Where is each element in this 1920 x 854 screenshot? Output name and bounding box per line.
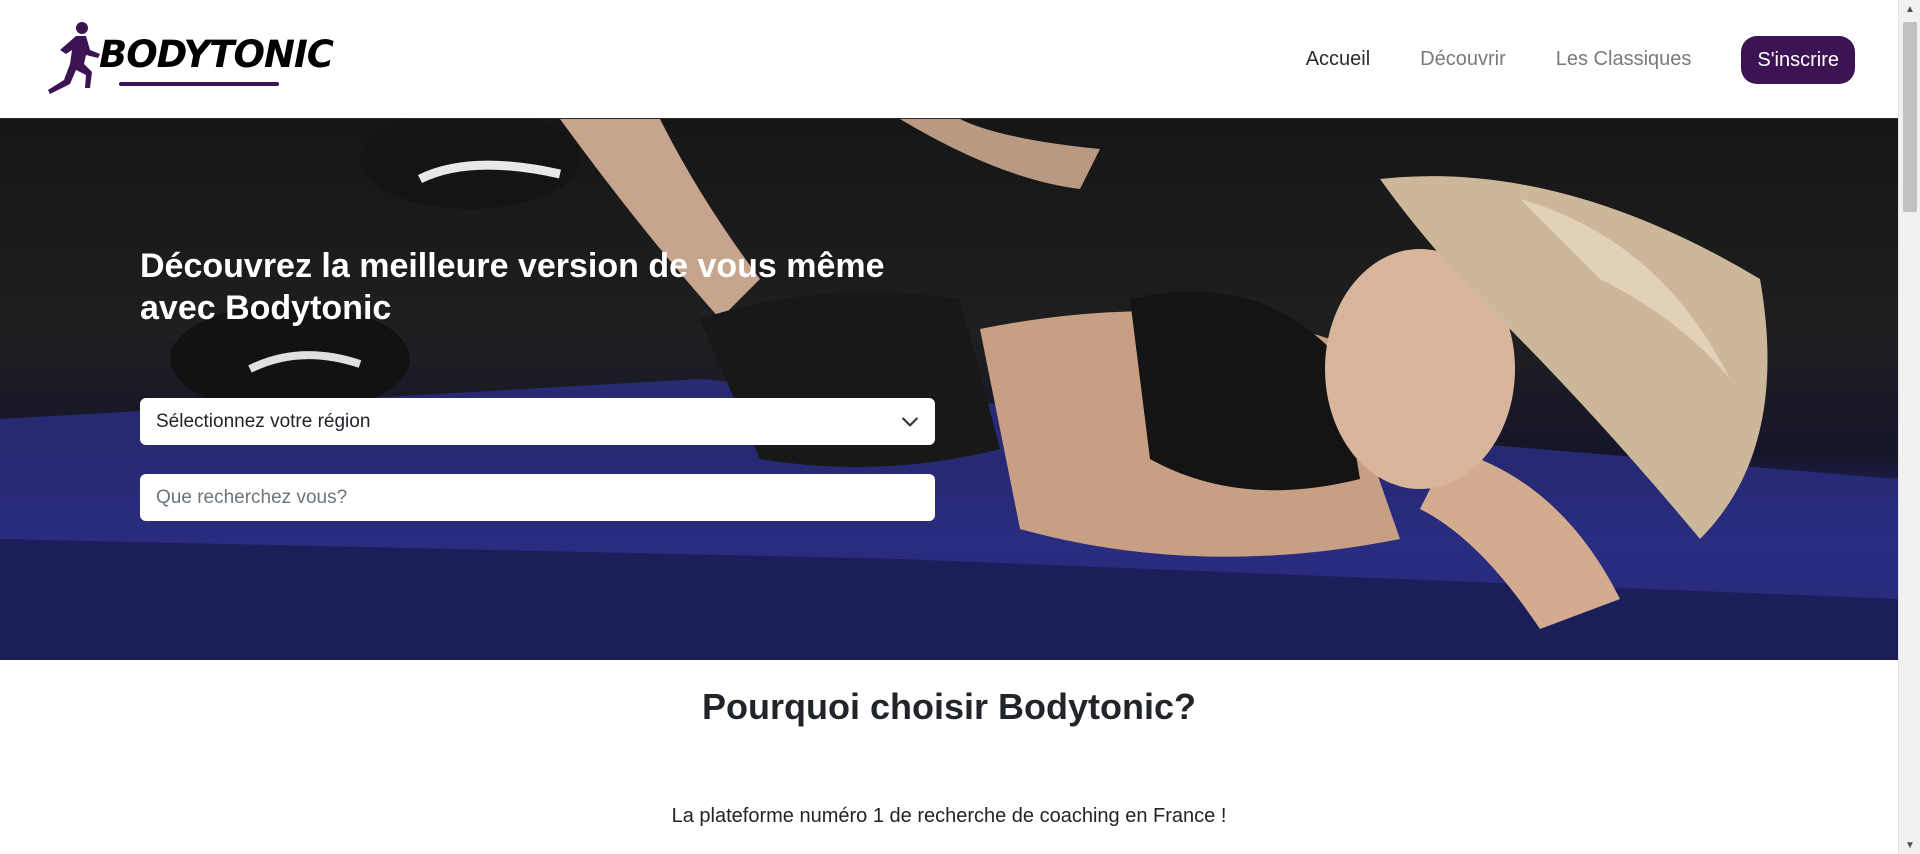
arrow-up-icon[interactable]: ▲	[1899, 0, 1920, 18]
runner-icon	[48, 22, 100, 94]
chevron-down-icon	[902, 417, 918, 426]
search-input[interactable]	[140, 474, 935, 521]
navbar: BODYTONIC Accueil Découvrir Les Classiqu…	[0, 0, 1898, 119]
logo-underline	[119, 82, 279, 86]
logo[interactable]: BODYTONIC	[46, 20, 334, 96]
region-select[interactable]: Sélectionnez votre région	[140, 398, 935, 445]
page: BODYTONIC Accueil Découvrir Les Classiqu…	[0, 0, 1898, 854]
why-section-title: Pourquoi choisir Bodytonic?	[702, 686, 1196, 727]
vertical-scrollbar[interactable]: ▲ ▼	[1898, 0, 1920, 854]
hero-title: Découvrez la meilleure version de vous m…	[140, 247, 885, 327]
nav-les-classiques[interactable]: Les Classiques	[1556, 48, 1692, 71]
region-select-value: Sélectionnez votre région	[156, 410, 371, 432]
nav-accueil[interactable]: Accueil	[1306, 48, 1370, 71]
logo-text: BODYTONIC	[99, 33, 334, 76]
why-section-subtitle: La plateforme numéro 1 de recherche de c…	[671, 805, 1227, 827]
nav-decouvrir[interactable]: Découvrir	[1420, 48, 1506, 71]
hero-background-image	[0, 119, 1898, 660]
signup-button[interactable]: S'inscrire	[1741, 35, 1855, 84]
arrow-down-icon[interactable]: ▼	[1899, 836, 1920, 854]
hero-banner: Découvrez la meilleure version de vous m…	[0, 119, 1898, 660]
main-nav: Accueil Découvrir Les Classiques S'inscr…	[1306, 0, 1898, 119]
scrollbar-thumb[interactable]	[1903, 22, 1917, 212]
